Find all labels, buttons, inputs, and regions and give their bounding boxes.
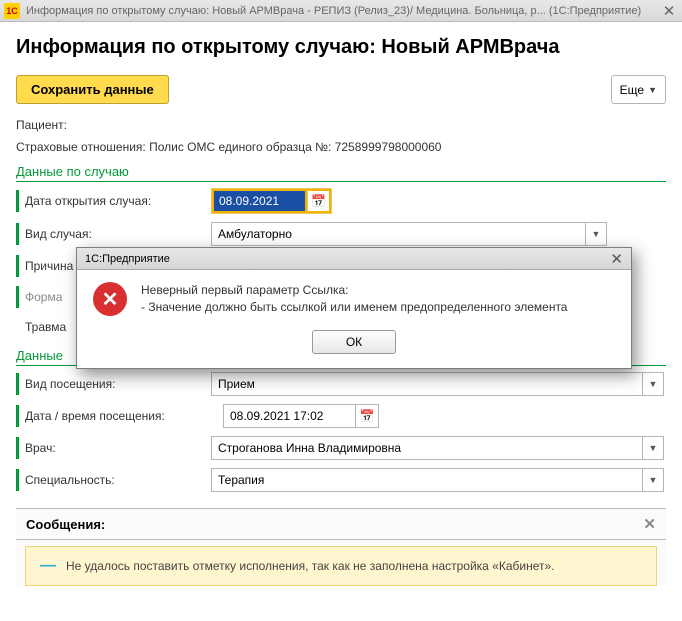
- case-type-label: Вид случая:: [25, 227, 211, 241]
- dialog-message: Неверный первый параметр Ссылка: - Значе…: [141, 282, 567, 316]
- spec-value[interactable]: Терапия: [211, 468, 642, 492]
- trauma-label: Травма: [25, 320, 73, 334]
- dialog-close-button[interactable]: ✕: [610, 250, 623, 268]
- required-marker: [16, 437, 19, 459]
- window-titlebar: 1С Информация по открытому случаю: Новый…: [0, 0, 682, 22]
- chevron-down-icon[interactable]: ▼: [585, 222, 607, 246]
- save-button[interactable]: Сохранить данные: [16, 75, 169, 104]
- open-date-label: Дата открытия случая:: [25, 194, 211, 208]
- section-case-title: Данные по случаю: [16, 164, 666, 182]
- chevron-down-icon[interactable]: ▼: [642, 436, 664, 460]
- required-marker: [16, 373, 19, 395]
- required-marker: [16, 286, 19, 308]
- doctor-label: Врач:: [25, 441, 211, 455]
- calendar-icon[interactable]: 📅: [307, 189, 331, 213]
- message-text: Не удалось поставить отметку исполнения,…: [66, 559, 555, 573]
- insurance-row: Страховые отношения: Полис ОМС единого о…: [16, 140, 666, 154]
- visit-datetime-value[interactable]: 08.09.2021 17:02: [223, 404, 355, 428]
- required-marker: [16, 469, 19, 491]
- dialog-line1: Неверный первый параметр Ссылка:: [141, 282, 567, 299]
- required-marker: [16, 255, 19, 277]
- chevron-down-icon: ▼: [648, 85, 657, 95]
- required-marker: [16, 223, 19, 245]
- required-marker: [16, 405, 19, 427]
- error-icon: ✕: [93, 282, 127, 316]
- insurance-label: Страховые отношения:: [16, 140, 146, 154]
- chevron-down-icon[interactable]: ▼: [642, 468, 664, 492]
- window-title: Информация по открытому случаю: Новый АР…: [26, 5, 660, 17]
- doctor-combo[interactable]: Строганова Инна Владимировна ▼: [211, 436, 664, 460]
- visit-type-value[interactable]: Прием: [211, 372, 642, 396]
- more-button-label: Еще: [620, 83, 644, 97]
- case-type-value[interactable]: Амбулаторно: [211, 222, 585, 246]
- reason-label: Причина: [25, 259, 73, 273]
- open-date-input[interactable]: [212, 189, 307, 213]
- patient-label: Пациент:: [16, 118, 67, 132]
- visit-type-label: Вид посещения:: [25, 377, 211, 391]
- message-item[interactable]: — Не удалось поставить отметку исполнени…: [25, 546, 657, 586]
- form-label: Форма: [25, 290, 73, 304]
- page-title: Информация по открытому случаю: Новый АР…: [16, 36, 666, 59]
- visit-datetime-label: Дата / время посещения:: [25, 409, 223, 423]
- insurance-value: Полис ОМС единого образца №: 72589997980…: [149, 140, 441, 154]
- doctor-value[interactable]: Строганова Инна Владимировна: [211, 436, 642, 460]
- calendar-icon[interactable]: 📅: [355, 404, 379, 428]
- messages-panel: Сообщения: ✕ — Не удалось поставить отме…: [16, 508, 666, 586]
- open-date-field[interactable]: 📅: [211, 188, 332, 214]
- dialog-line2: - Значение должно быть ссылкой или имене…: [141, 299, 567, 316]
- more-button[interactable]: Еще ▼: [611, 75, 666, 104]
- chevron-down-icon[interactable]: ▼: [642, 372, 664, 396]
- window-close-button[interactable]: ✕: [660, 2, 678, 20]
- messages-header-label: Сообщения:: [26, 517, 105, 532]
- error-dialog: 1С:Предприятие ✕ ✕ Неверный первый парам…: [76, 247, 632, 369]
- spec-label: Специальность:: [25, 473, 211, 487]
- ok-button[interactable]: ОК: [312, 330, 396, 354]
- visit-datetime-field[interactable]: 08.09.2021 17:02 📅: [223, 404, 379, 428]
- visit-type-combo[interactable]: Прием ▼: [211, 372, 664, 396]
- spec-combo[interactable]: Терапия ▼: [211, 468, 664, 492]
- messages-close-button[interactable]: ✕: [643, 515, 656, 533]
- patient-row: Пациент:: [16, 118, 666, 132]
- dialog-title: 1С:Предприятие: [85, 253, 170, 265]
- minus-icon: —: [40, 557, 56, 575]
- app-logo-icon: 1С: [4, 3, 20, 19]
- case-type-combo[interactable]: Амбулаторно ▼: [211, 222, 607, 246]
- required-marker: [16, 190, 19, 212]
